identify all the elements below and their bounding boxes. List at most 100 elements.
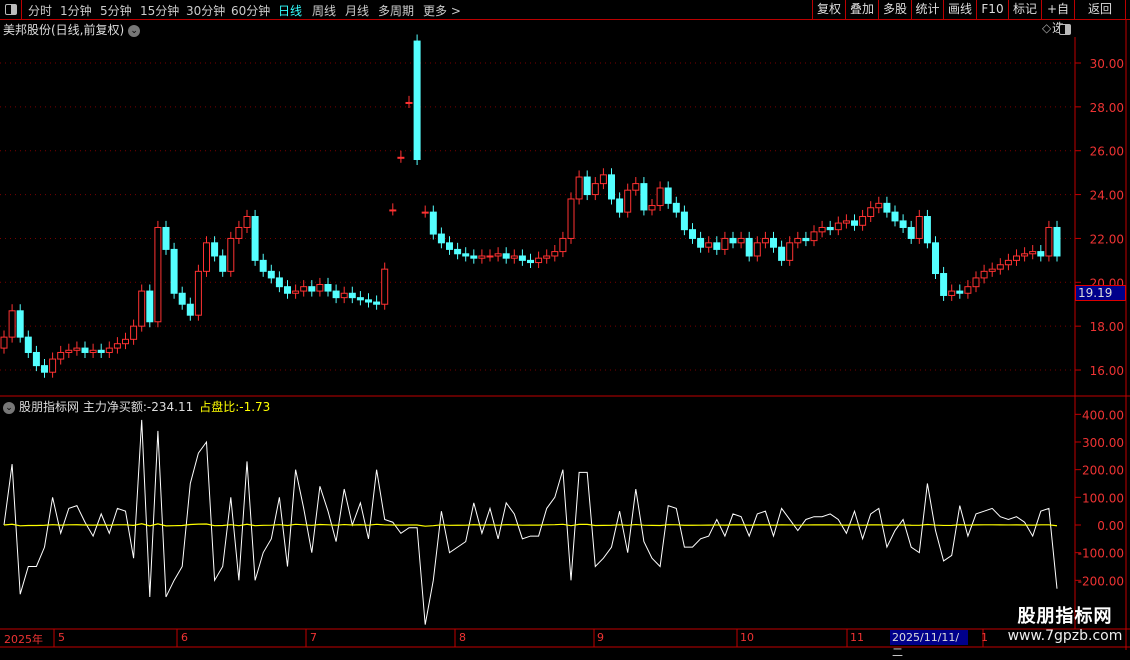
- candle: [834, 222, 842, 231]
- candle: [89, 349, 97, 353]
- watermark-name: 股朋指标网: [1017, 606, 1113, 627]
- candle: [57, 351, 65, 360]
- candle: [486, 255, 494, 258]
- candle: [227, 237, 235, 272]
- candle: [389, 209, 397, 212]
- candle: [818, 226, 826, 233]
- candle: [316, 283, 324, 292]
- candle: [899, 220, 907, 228]
- selected-date: 2025/11/11/二: [890, 630, 968, 659]
- candle: [535, 257, 543, 264]
- candle: [599, 174, 607, 185]
- candle: [713, 242, 721, 250]
- candle: [243, 216, 251, 228]
- y-tick-label: 24.00: [1090, 189, 1124, 203]
- y-tick-label: 18.00: [1090, 320, 1124, 334]
- candle: [122, 338, 129, 345]
- candle: [138, 290, 146, 327]
- candle: [381, 268, 389, 305]
- candle: [867, 207, 875, 218]
- chevron-down-icon[interactable]: ⌄: [3, 401, 15, 414]
- candle: [656, 187, 664, 207]
- candle: [915, 216, 923, 239]
- candle: [405, 101, 413, 104]
- candle: [81, 347, 89, 353]
- candle: [454, 248, 462, 255]
- month-label: 1: [981, 631, 988, 644]
- candle: [956, 290, 964, 294]
- candle: [113, 343, 121, 349]
- ratio-value: -1.73: [239, 400, 271, 414]
- candle: [437, 233, 445, 244]
- net-buy-line: [3, 419, 1058, 625]
- candle: [49, 358, 57, 373]
- candle: [996, 264, 1004, 270]
- candle: [373, 301, 381, 305]
- candle: [235, 226, 243, 239]
- month-label: 7: [310, 631, 317, 644]
- candle: [478, 255, 486, 259]
- candle: [41, 365, 48, 373]
- candle: [624, 189, 632, 213]
- candle: [308, 286, 316, 292]
- candle: [729, 237, 737, 244]
- candle: [219, 255, 227, 272]
- candle: [648, 205, 656, 211]
- candle: [753, 242, 761, 257]
- candle: [24, 336, 32, 353]
- watermark-url: www.7gpzb.com: [1007, 628, 1123, 644]
- candle: [875, 202, 883, 209]
- candle: [697, 237, 705, 248]
- candle: [348, 292, 356, 299]
- candle: [721, 237, 729, 250]
- candle: [689, 229, 696, 239]
- y-tick-label: 30.00: [1090, 57, 1124, 71]
- month-label: 5: [58, 631, 65, 644]
- candle: [340, 292, 348, 299]
- candle: [397, 156, 405, 159]
- net-buy-value: -234.11: [146, 400, 194, 414]
- candle: [494, 253, 502, 257]
- candle: [567, 198, 575, 239]
- candle: [1029, 251, 1037, 255]
- month-label: 10: [740, 631, 754, 644]
- candle: [356, 297, 364, 301]
- candle: [842, 220, 850, 224]
- candle: [770, 237, 777, 248]
- y-tick-label: 300.00: [1082, 436, 1124, 450]
- candle: [778, 246, 786, 261]
- candle: [794, 237, 802, 244]
- kline-chart[interactable]: 30.0028.0026.0024.0022.0020.0018.0016.00…: [0, 0, 1130, 650]
- candle: [518, 255, 526, 261]
- candle: [551, 251, 559, 257]
- candle: [527, 259, 534, 264]
- y-tick-label: -100.00: [1078, 547, 1124, 561]
- candle: [446, 242, 453, 250]
- net-buy-label: 主力净买额:: [82, 400, 147, 414]
- candle: [883, 202, 891, 213]
- indicator-title: ⌄ 股朋指标网 主力净买额:-234.11 占盘比:-1.73: [3, 398, 270, 415]
- candle: [543, 255, 551, 259]
- candle: [413, 40, 421, 160]
- candle: [332, 290, 340, 299]
- candle: [186, 303, 194, 316]
- candle: [891, 211, 899, 222]
- candle: [745, 237, 753, 257]
- y-tick-label: 0.00: [1097, 519, 1124, 533]
- indicator-name: 股朋指标网: [19, 400, 80, 414]
- candle: [616, 198, 624, 213]
- candle: [786, 242, 794, 261]
- candle: [267, 270, 275, 279]
- watermark: 股朋指标网 www.7gpzb.com: [1000, 602, 1130, 644]
- candle: [284, 286, 291, 294]
- candle: [932, 242, 939, 275]
- candle: [324, 283, 332, 292]
- candle: [65, 349, 73, 353]
- candle: [851, 220, 858, 226]
- candle: [672, 202, 680, 213]
- candle: [73, 347, 81, 351]
- candle: [292, 290, 300, 294]
- candle: [421, 211, 429, 214]
- y-tick-label: 22.00: [1090, 232, 1124, 246]
- candle: [964, 286, 972, 294]
